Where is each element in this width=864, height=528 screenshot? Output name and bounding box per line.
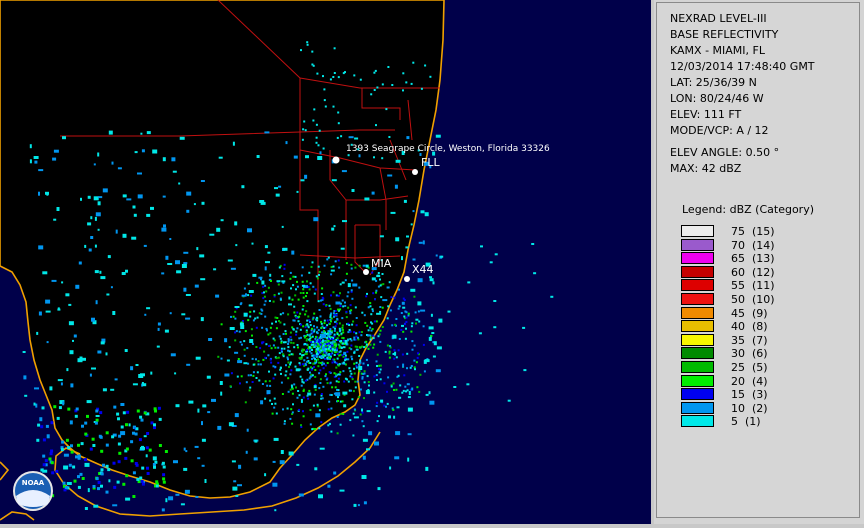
scan-datetime: 12/03/2014 17:48:40 GMT bbox=[670, 60, 815, 73]
legend-item: 55 (11) bbox=[681, 279, 831, 293]
legend-label: 75 (15) bbox=[731, 225, 775, 238]
legend-item: 40 (8) bbox=[681, 320, 831, 334]
fll-label: FLL bbox=[421, 156, 440, 169]
legend-label: 15 (3) bbox=[731, 388, 768, 402]
x44-marker[interactable] bbox=[404, 276, 410, 282]
legend-item: 65 (13) bbox=[681, 252, 831, 266]
legend-label: 55 (11) bbox=[731, 279, 775, 293]
legend-item: 45 (9) bbox=[681, 306, 831, 321]
legend-label: 40 (8) bbox=[731, 320, 768, 334]
legend-swatch bbox=[681, 265, 714, 278]
legend-swatch bbox=[681, 320, 714, 333]
legend-swatch bbox=[681, 401, 714, 414]
legend-swatch bbox=[681, 225, 714, 237]
legend-item: 35 (7) bbox=[681, 333, 831, 348]
legend-item: 25 (5) bbox=[681, 361, 831, 375]
fll-marker[interactable] bbox=[412, 169, 418, 175]
legend-swatch bbox=[681, 361, 714, 373]
legend-item: 15 (3) bbox=[681, 388, 831, 402]
legend-label: 20 (4) bbox=[731, 374, 768, 388]
info-panel-frame: NEXRAD LEVEL-III BASE REFLECTIVITY KAMX … bbox=[656, 2, 860, 518]
legend-label: 70 (14) bbox=[731, 238, 775, 252]
x44-label: X44 bbox=[412, 263, 434, 276]
station-name: KAMX - MIAMI, FL bbox=[670, 44, 765, 57]
legend-title: Legend: dBZ (Category) bbox=[682, 203, 814, 216]
info-panel: NEXRAD LEVEL-III BASE REFLECTIVITY KAMX … bbox=[654, 0, 864, 524]
legend-label: 50 (10) bbox=[731, 293, 775, 306]
legend-swatch bbox=[681, 347, 714, 360]
elevation-angle: ELEV ANGLE: 0.50 ° bbox=[670, 146, 780, 159]
legend-swatch bbox=[681, 415, 714, 428]
legend-swatch bbox=[681, 252, 714, 265]
noaa-logo-text: NOAA bbox=[22, 479, 45, 487]
legend-label: 5 (1) bbox=[731, 415, 761, 429]
station-longitude: LON: 80/24/46 W bbox=[670, 92, 764, 105]
legend-item: 50 (10) bbox=[681, 293, 831, 307]
address-label: 1393 Seagrape Circle, Weston, Florida 33… bbox=[346, 144, 550, 154]
product-type: BASE REFLECTIVITY bbox=[670, 28, 779, 41]
noaa-logo: NOAA bbox=[13, 471, 53, 511]
station-elevation: ELEV: 111 FT bbox=[670, 108, 742, 121]
legend-swatch bbox=[681, 374, 714, 387]
mia-marker[interactable] bbox=[363, 269, 369, 275]
legend-item: 30 (6) bbox=[681, 347, 831, 361]
radar-map-canvas: 1393 Seagrape Circle, Weston, Florida 33… bbox=[0, 0, 651, 524]
station-latitude: LAT: 25/36/39 N bbox=[670, 76, 757, 89]
legend-swatch bbox=[681, 238, 714, 251]
legend-label: 45 (9) bbox=[731, 306, 768, 320]
legend-swatch bbox=[681, 333, 714, 346]
legend-label: 65 (13) bbox=[731, 252, 775, 266]
legend-label: 25 (5) bbox=[731, 361, 768, 374]
legend-label: 60 (12) bbox=[731, 265, 775, 279]
legend-item: 60 (12) bbox=[681, 265, 831, 280]
legend-swatch bbox=[681, 279, 714, 292]
mode-vcp: MODE/VCP: A / 12 bbox=[670, 124, 769, 137]
legend-item: 10 (2) bbox=[681, 401, 831, 416]
legend-item: 70 (14) bbox=[681, 238, 831, 253]
legend-swatch bbox=[681, 388, 714, 401]
product-name: NEXRAD LEVEL-III bbox=[670, 12, 767, 25]
legend-label: 35 (7) bbox=[731, 333, 768, 347]
radar-map[interactable]: 1393 Seagrape Circle, Weston, Florida 33… bbox=[0, 0, 651, 524]
legend-swatch bbox=[681, 293, 714, 305]
legend-item: 75 (15) bbox=[681, 225, 831, 239]
legend-item: 20 (4) bbox=[681, 374, 831, 389]
max-reflectivity: MAX: 42 dBZ bbox=[670, 162, 742, 175]
legend-swatch bbox=[681, 306, 714, 319]
legend-item: 5 (1) bbox=[681, 415, 831, 429]
mia-label: MIA bbox=[371, 257, 392, 270]
legend-label: 30 (6) bbox=[731, 347, 768, 361]
address-marker[interactable] bbox=[332, 156, 340, 164]
legend-label: 10 (2) bbox=[731, 401, 768, 415]
